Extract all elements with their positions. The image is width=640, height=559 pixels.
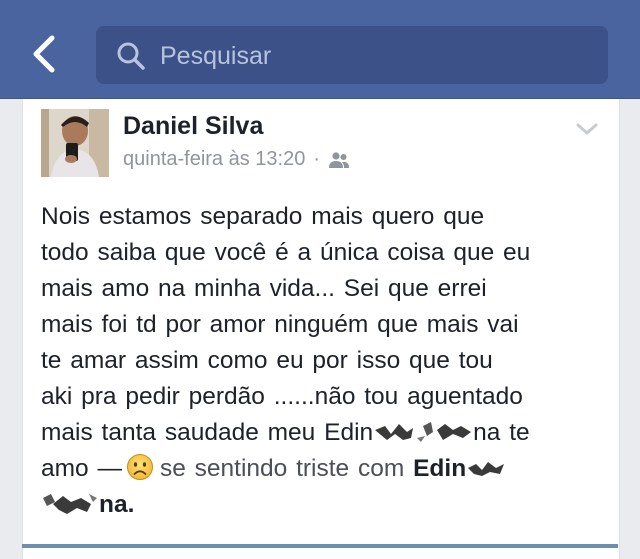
post-timestamp[interactable]: quinta-feira às 13:20 (123, 148, 305, 171)
post-meta: quinta-feira às 13:20 · (123, 148, 350, 171)
post-line-part: mais tanta saudade meu Edin (41, 419, 374, 446)
post-line: te amar assim como eu por isso que tou (41, 347, 493, 374)
post-line: mais tanta saudade meu Edin na te (41, 415, 611, 451)
redaction-mark (375, 422, 472, 442)
post-text: Nois estamos separado mais quero que tod… (41, 199, 611, 523)
redaction-mark (468, 462, 505, 476)
top-bar (0, 0, 640, 99)
post-line: amo — se sentindo triste com Edin (41, 451, 611, 487)
chevron-down-icon[interactable] (575, 121, 599, 137)
meta-separator: · (313, 148, 321, 170)
post-line: aki pra pedir perdão ......não tou aguen… (41, 383, 523, 410)
post-line: mais foi td por amor ninguém que mais va… (41, 311, 519, 338)
tagged-friend-link[interactable]: Edin (413, 455, 506, 482)
next-post-edge (22, 544, 618, 548)
post-line: mais amo na minha vida... Sei que errei (41, 275, 487, 302)
post-line-part: na te (473, 419, 530, 446)
feeling-text: se sentindo triste com (159, 455, 405, 482)
sad-face-icon (126, 454, 153, 480)
avatar[interactable] (41, 109, 109, 177)
tagged-friend-name: Edin (413, 455, 467, 482)
chevron-left-icon (33, 35, 55, 73)
post-author[interactable]: Daniel Silva (123, 112, 263, 141)
search-icon (117, 42, 145, 70)
post-line: Nois estamos separado mais quero que (41, 203, 485, 230)
search-box[interactable] (96, 26, 608, 84)
tagged-friend-suffix[interactable]: na. (99, 491, 134, 518)
search-input[interactable] (158, 34, 592, 78)
redaction-mark (43, 494, 97, 514)
post-line: na. (41, 487, 611, 523)
back-button[interactable] (26, 32, 66, 76)
friends-icon (329, 151, 350, 168)
post-card: Daniel Silva quinta-feira às 13:20 · Noi… (22, 99, 620, 559)
post-line: todo saiba que você é a única coisa que … (41, 239, 531, 266)
post-line-part: amo — (41, 455, 122, 482)
avatar-photo (41, 109, 109, 177)
